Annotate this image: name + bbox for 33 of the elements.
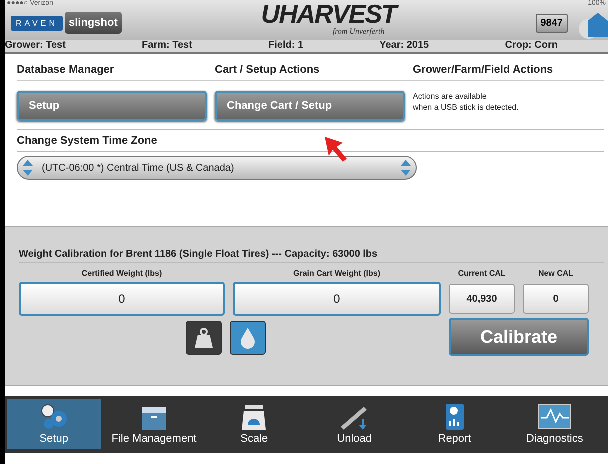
nav-tab[interactable]: Diagnostics	[508, 399, 602, 449]
action-button[interactable]: Setup	[17, 91, 207, 121]
section-heading: Database Manager	[17, 64, 215, 81]
time-zone-picker[interactable]: (UTC-06:00 *) Central Time (US & Canada)	[17, 156, 417, 180]
logo-subtitle: from Unverferth	[332, 26, 385, 36]
cal-readout[interactable]: 0	[523, 284, 589, 314]
action-button[interactable]: Change Cart / Setup	[215, 91, 405, 121]
info-text: Crop: Corn	[505, 40, 558, 52]
field-label: Certified Weight (lbs)	[80, 269, 164, 278]
info-text: Grower: Test	[5, 40, 66, 52]
weight-input[interactable]: 0	[19, 282, 225, 316]
info-text: Farm: Test	[142, 40, 192, 52]
nav-tab[interactable]: Scale	[207, 399, 302, 449]
brand-logo: slingshot	[64, 12, 122, 34]
field-label: Grain Cart Weight (lbs)	[292, 269, 382, 278]
field-label: New CAL	[537, 269, 575, 278]
brand-logo: RAVEN	[11, 16, 63, 30]
section-heading: Grower/Farm/Field Actions	[413, 64, 604, 81]
info-text: Field: 1	[268, 40, 304, 52]
nav-tab[interactable]: File Management	[107, 399, 202, 449]
nav-tab[interactable]: Report	[408, 399, 502, 449]
calibrate-button[interactable]: Calibrate	[449, 318, 589, 356]
info-note: Actions are available when a USB stick is detected.	[413, 91, 520, 113]
section-heading: Cart / Setup Actions	[215, 64, 413, 81]
panel-title: Weight Calibration for Brent 1186 (Single Float Tires) --- Capacity: 63000 lbs	[19, 249, 604, 263]
nav-tab[interactable]: Setup	[7, 399, 102, 449]
app-logo: UHARVEST	[261, 0, 396, 26]
nav-tab[interactable]: Unload	[308, 399, 402, 449]
field-label: Current CAL	[457, 269, 507, 278]
cal-readout[interactable]: 40,930	[449, 284, 515, 314]
weight-input[interactable]: 0	[233, 282, 441, 316]
info-text: Year: 2015	[380, 40, 430, 52]
unit-number[interactable]: 9847	[536, 14, 568, 32]
